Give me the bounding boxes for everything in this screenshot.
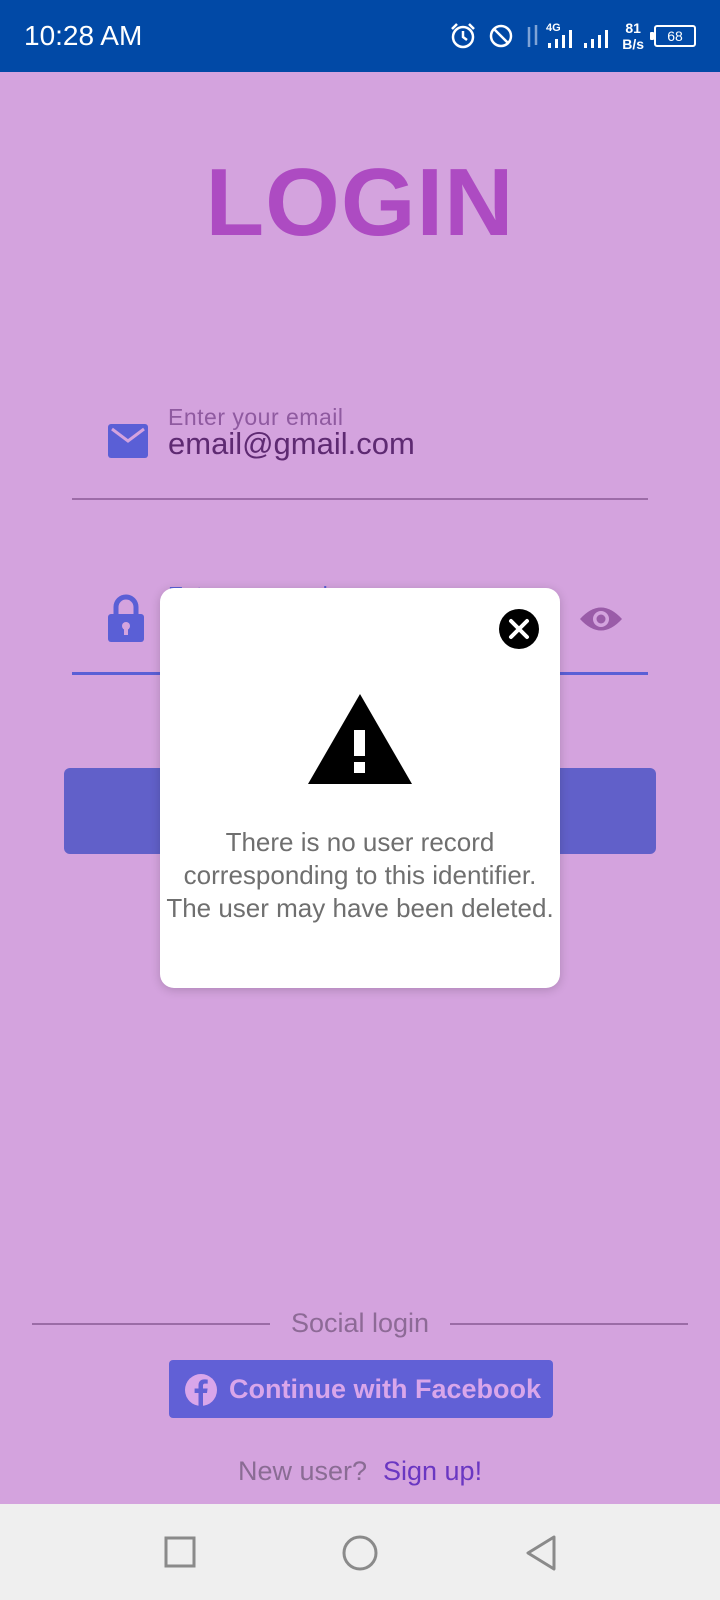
eye-icon[interactable]	[578, 604, 624, 634]
status-time: 10:28 AM	[24, 20, 143, 51]
facebook-button-label: Continue with Facebook	[229, 1374, 542, 1404]
facebook-login-button[interactable]: Continue with Facebook	[169, 1360, 553, 1418]
email-field-underline	[72, 498, 648, 500]
email-field[interactable]: email@gmail.com	[168, 426, 415, 462]
battery-indicator: 68	[650, 25, 696, 47]
facebook-icon	[185, 1374, 217, 1406]
do-not-disturb-icon	[489, 24, 513, 48]
warning-icon	[308, 694, 412, 784]
signal-4g-icon: 4G	[546, 22, 573, 48]
alarm-icon	[451, 23, 476, 49]
status-bar: 10:28 AM 4G 81 B/s 68	[0, 0, 720, 72]
recent-apps-button[interactable]	[164, 1536, 196, 1568]
lock-icon	[108, 594, 144, 642]
data-transfer-icon	[527, 25, 538, 47]
close-icon[interactable]	[498, 608, 540, 650]
sign-up-link[interactable]: Sign up!	[383, 1456, 482, 1487]
page-title: LOGIN	[205, 149, 515, 256]
signal-icon	[584, 30, 609, 48]
network-speed: 81 B/s	[622, 20, 644, 52]
back-button[interactable]	[524, 1534, 558, 1572]
new-user-text: New user?	[238, 1456, 368, 1486]
email-icon	[108, 424, 148, 458]
navigation-bar	[0, 1504, 720, 1600]
social-login-label: Social login	[290, 1308, 430, 1338]
divider-right	[450, 1323, 688, 1325]
error-dialog: There is no user record corresponding to…	[160, 588, 560, 988]
status-icons: 4G 81 B/s 68	[448, 14, 696, 58]
svg-text:4G: 4G	[546, 22, 561, 34]
dialog-message: There is no user record corresponding to…	[166, 827, 554, 923]
home-button[interactable]	[341, 1534, 379, 1572]
divider-left	[32, 1323, 270, 1325]
